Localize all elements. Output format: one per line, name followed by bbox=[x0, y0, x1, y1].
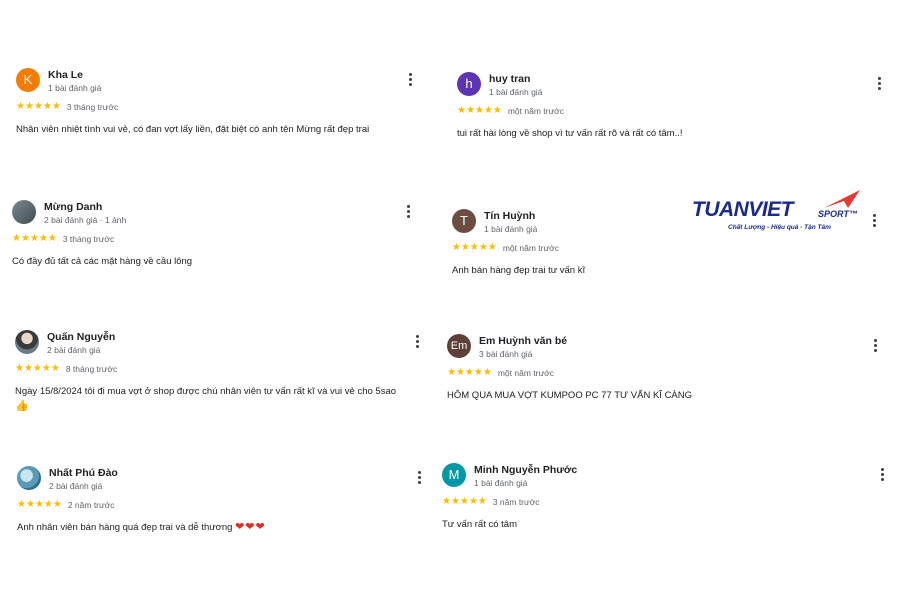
star-rating: ★★★★★ bbox=[442, 496, 487, 507]
avatar[interactable] bbox=[15, 330, 39, 354]
star-rating: ★★★★★ bbox=[12, 233, 57, 244]
reviewer-stats: 2 bài đánh giá bbox=[47, 345, 101, 355]
reviewer-stats: 1 bài đánh giá bbox=[48, 83, 102, 93]
reviewer-name[interactable]: huy tran bbox=[489, 73, 542, 85]
review-text: HÔM QUA MUA VỢT KUMPOO PC 77 TƯ VẤN KĨ C… bbox=[447, 390, 693, 401]
star-rating: ★★★★★ bbox=[452, 242, 497, 253]
more-options-icon[interactable] bbox=[876, 465, 888, 483]
reviewer-stats: 1 bài đánh giá bbox=[474, 478, 528, 488]
star-rating: ★★★★★ bbox=[457, 105, 502, 116]
review-date: 3 tháng trước bbox=[66, 102, 119, 112]
reviewer-stats: 2 bài đánh giá · 1 ảnh bbox=[44, 215, 127, 225]
review-date: một năm trước bbox=[502, 243, 559, 253]
review-card: Nhất Phú Đào 2 bài đánh giá ★★★★★ 2 năm … bbox=[17, 466, 427, 535]
review-text: Có đầy đủ tất cả các mặt hàng về cầu lôn… bbox=[12, 256, 193, 267]
swoosh-icon bbox=[824, 190, 860, 208]
star-rating: ★★★★★ bbox=[447, 367, 492, 378]
reviewer-stats: 2 bài đánh giá bbox=[49, 481, 103, 491]
review-text: Anh bán hàng đẹp trai tư vấn kĩ bbox=[452, 265, 586, 276]
review-text-body: Anh nhân viên bán hàng quá đẹp trai và d… bbox=[17, 522, 233, 533]
review-card: Quấn Nguyễn 2 bài đánh giá ★★★★★ 8 tháng… bbox=[15, 330, 425, 414]
reviewer-name[interactable]: Em Huỳnh văn bé bbox=[479, 335, 567, 347]
reviewer-stats: 1 bài đánh giá bbox=[484, 224, 538, 234]
review-card: M Minh Nguyễn Phước 1 bài đánh giá ★★★★★… bbox=[442, 463, 890, 532]
review-card: K Kha Le 1 bài đánh giá ★★★★★ 3 tháng tr… bbox=[16, 68, 426, 137]
review-text: Anh nhân viên bán hàng quá đẹp trai và d… bbox=[17, 520, 427, 535]
reviewer-stats: 3 bài đánh giá bbox=[479, 349, 533, 359]
more-options-icon[interactable] bbox=[402, 202, 414, 220]
review-card: h huy tran 1 bài đánh giá ★★★★★ một năm … bbox=[457, 72, 887, 141]
more-options-icon[interactable] bbox=[413, 468, 425, 486]
reviewer-name[interactable]: Mừng Danh bbox=[44, 201, 126, 213]
logo-tagline: Chất Lượng - Hiệu quả - Tận Tâm bbox=[728, 224, 831, 231]
review-text: Nhân viên nhiệt tình vui vẻ, có đan vợt … bbox=[16, 124, 370, 135]
tuanviet-sport-logo: TUANVIET SPORT™ Chất Lượng - Hiệu quả - … bbox=[692, 188, 867, 238]
reviewer-stats: 1 bài đánh giá bbox=[489, 87, 543, 97]
review-text: Tư vấn rất có tâm bbox=[442, 519, 517, 530]
more-options-icon[interactable] bbox=[873, 74, 885, 92]
avatar[interactable]: h bbox=[457, 72, 481, 96]
logo-sport-text: SPORT™ bbox=[818, 209, 858, 219]
reviewer-name[interactable]: Kha Le bbox=[48, 69, 101, 81]
thumbs-up-icon: 👍 bbox=[15, 400, 29, 412]
avatar[interactable]: M bbox=[442, 463, 466, 487]
review-card: Em Em Huỳnh văn bé 3 bài đánh giá ★★★★★ … bbox=[447, 334, 887, 403]
reviewer-name[interactable]: Tín Huỳnh bbox=[484, 210, 537, 222]
more-options-icon[interactable] bbox=[869, 336, 881, 354]
review-text: Ngày 15/8/2024 tôi đi mua vợt ở shop đượ… bbox=[15, 384, 425, 414]
review-date: 2 năm trước bbox=[67, 500, 115, 510]
star-rating: ★★★★★ bbox=[16, 101, 61, 112]
review-date: một năm trước bbox=[507, 106, 564, 116]
star-rating: ★★★★★ bbox=[17, 499, 62, 510]
more-options-icon[interactable] bbox=[868, 211, 880, 229]
reviewer-name[interactable]: Nhất Phú Đào bbox=[49, 467, 118, 479]
review-card: Mừng Danh 2 bài đánh giá · 1 ảnh ★★★★★ 3… bbox=[12, 200, 422, 269]
more-options-icon[interactable] bbox=[404, 70, 416, 88]
heart-icon: ❤❤❤ bbox=[235, 521, 266, 533]
logo-wordmark: TUANVIET bbox=[692, 198, 794, 221]
reviews-canvas: K Kha Le 1 bài đánh giá ★★★★★ 3 tháng tr… bbox=[0, 0, 900, 600]
review-date: 3 tháng trước bbox=[62, 234, 115, 244]
review-text: tui rất hài lòng về shop vì tư vấn rất r… bbox=[457, 128, 683, 139]
review-text-body: Ngày 15/8/2024 tôi đi mua vợt ở shop đượ… bbox=[15, 386, 397, 397]
avatar[interactable]: T bbox=[452, 209, 476, 233]
more-options-icon[interactable] bbox=[411, 332, 423, 350]
review-date: một năm trước bbox=[497, 368, 554, 378]
star-rating: ★★★★★ bbox=[15, 363, 60, 374]
avatar[interactable] bbox=[17, 466, 41, 490]
avatar[interactable] bbox=[12, 200, 36, 224]
avatar[interactable]: Em bbox=[447, 334, 471, 358]
avatar[interactable]: K bbox=[16, 68, 40, 92]
review-date: 8 tháng trước bbox=[65, 364, 118, 374]
reviewer-name[interactable]: Quấn Nguyễn bbox=[47, 331, 115, 343]
reviewer-name[interactable]: Minh Nguyễn Phước bbox=[474, 464, 577, 476]
review-date: 3 năm trước bbox=[492, 497, 540, 507]
